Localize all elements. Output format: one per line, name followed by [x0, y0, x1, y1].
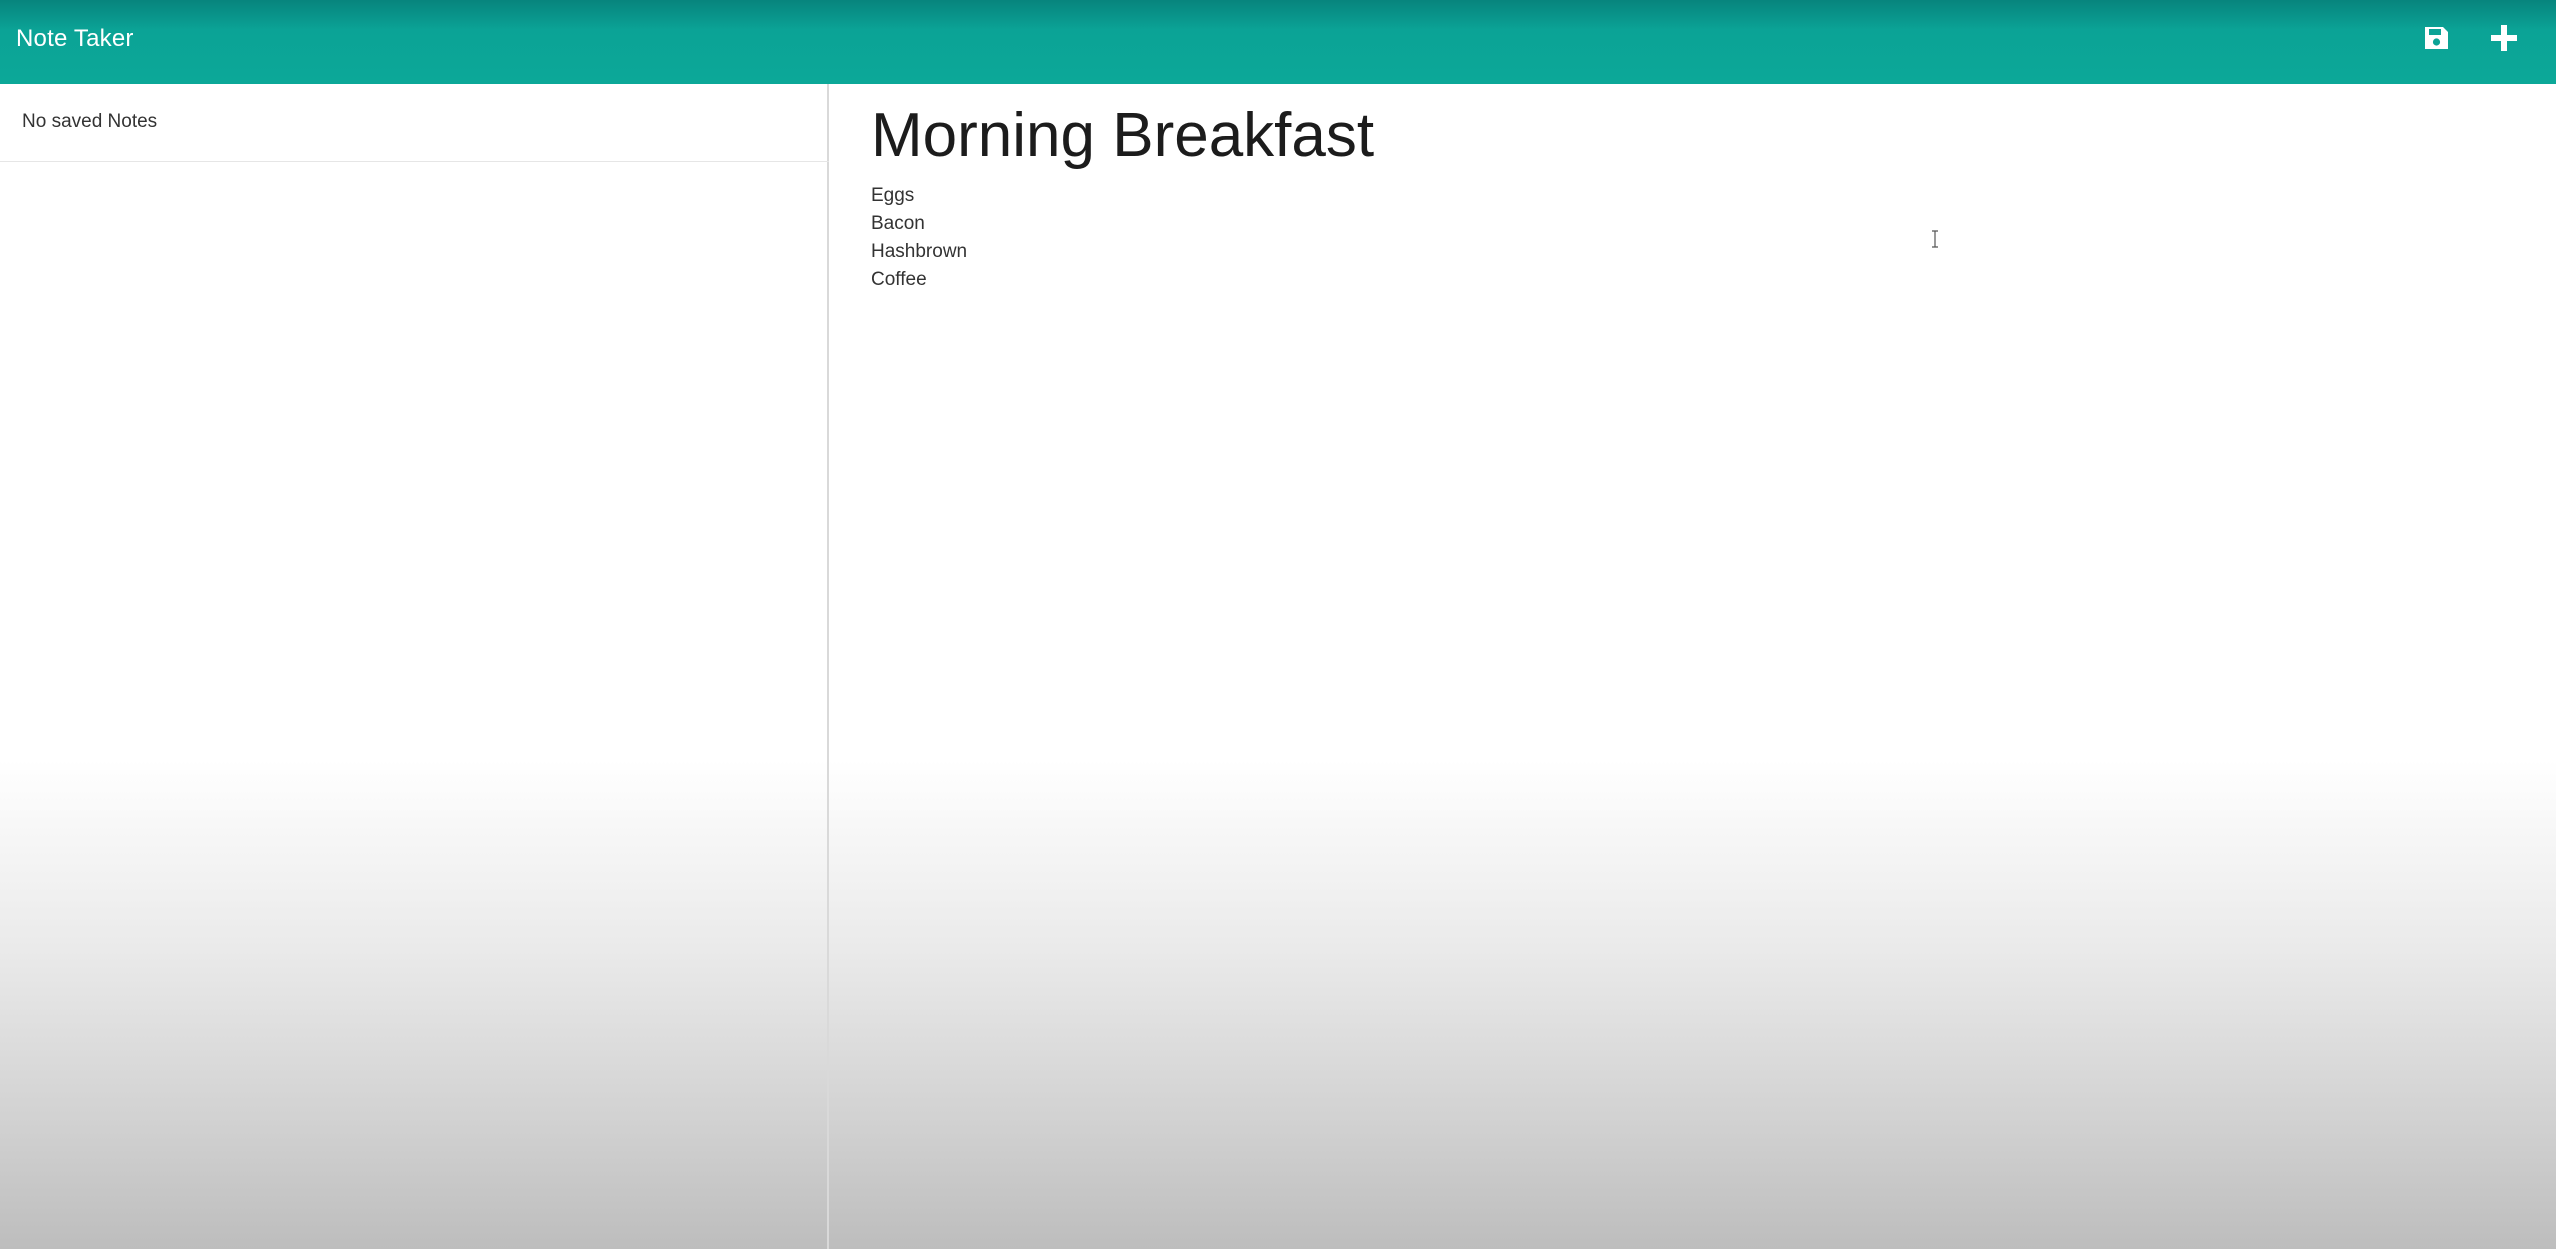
note-editor: Morning Breakfast Eggs Bacon Hashbrown C… — [831, 84, 2556, 1249]
note-body-line: Coffee — [871, 269, 927, 290]
note-body-textarea[interactable]: Eggs Bacon Hashbrown Coffee — [871, 182, 2471, 294]
navbar: Note Taker — [0, 0, 2556, 84]
note-title-input[interactable]: Morning Breakfast — [871, 98, 2071, 174]
app-title[interactable]: Note Taker — [16, 24, 134, 54]
note-body-line: Bacon — [871, 213, 925, 234]
note-body-line: Hashbrown — [871, 241, 968, 262]
empty-notes-message: No saved Notes — [22, 111, 158, 132]
notes-sidebar: No saved Notes — [0, 84, 829, 1249]
plus-icon — [2491, 25, 2517, 51]
note-body-line: Eggs — [871, 185, 915, 206]
save-note-button[interactable] — [2418, 20, 2454, 56]
save-icon — [2425, 27, 2448, 49]
new-note-button[interactable] — [2486, 20, 2522, 56]
list-item: No saved Notes — [0, 84, 829, 162]
